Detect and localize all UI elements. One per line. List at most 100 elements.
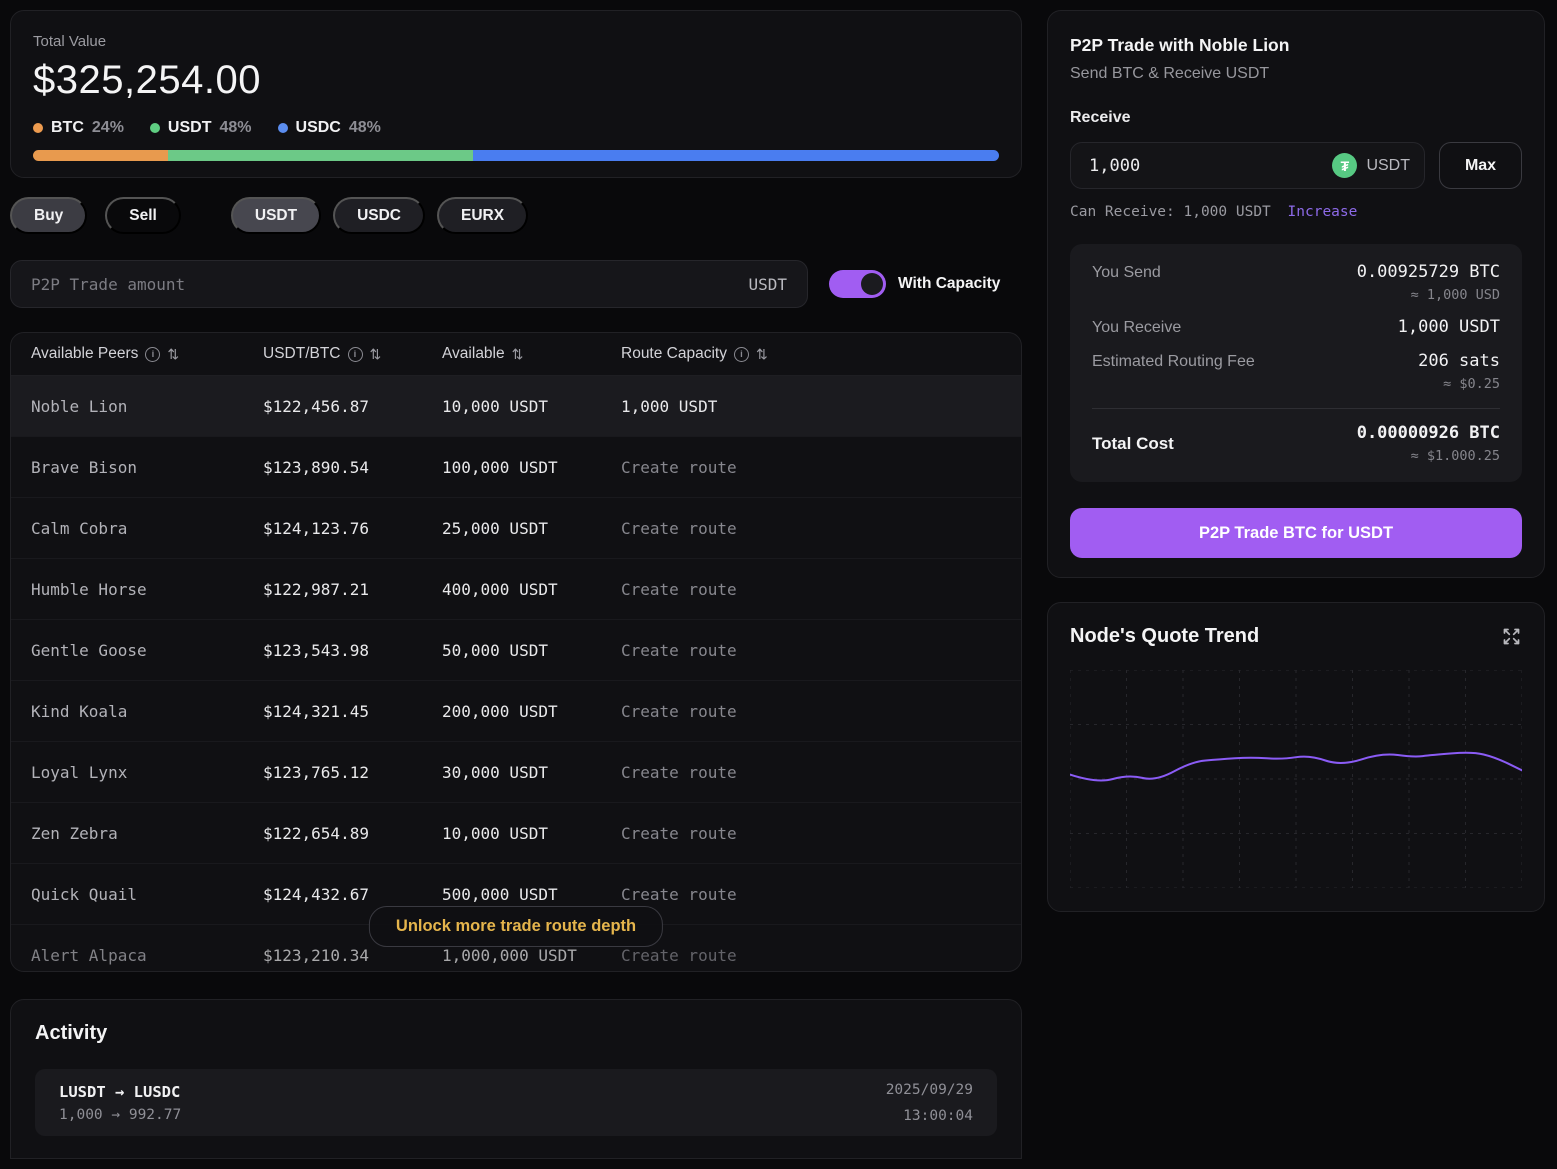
expand-icon[interactable] [1501, 626, 1522, 647]
receive-amount-input[interactable] [1089, 156, 1332, 176]
table-row[interactable]: Humble Horse $122,987.21 400,000 USDT Cr… [11, 559, 1021, 620]
summary-label: You Receive [1092, 317, 1181, 337]
peer-price: $123,765.12 [263, 763, 442, 782]
peer-available: 400,000 USDT [442, 580, 621, 599]
toggle-track[interactable] [829, 270, 886, 298]
amount-suffix: USDT [748, 275, 787, 294]
table-row[interactable]: Brave Bison $123,890.54 100,000 USDT Cre… [11, 437, 1021, 498]
usdc-dot-icon [278, 123, 288, 133]
tab-eurx[interactable]: EURX [437, 197, 528, 234]
summary-value: 1,000 USDT [1398, 317, 1500, 337]
info-icon[interactable]: i [734, 347, 749, 362]
info-icon[interactable]: i [145, 347, 160, 362]
quote-trend-title: Node's Quote Trend [1070, 625, 1259, 648]
receive-amount-field: ₮ USDT [1070, 142, 1425, 189]
column-available[interactable]: Available ⇅ [442, 345, 621, 363]
receive-row: ₮ USDT Max [1070, 142, 1522, 189]
column-label: USDT/BTC [263, 345, 341, 363]
max-button[interactable]: Max [1439, 142, 1522, 189]
peer-name: Zen Zebra [31, 824, 263, 843]
activity-title: Activity [35, 1022, 997, 1045]
peer-price: $124,123.76 [263, 519, 442, 538]
trade-panel-subtitle: Send BTC & Receive USDT [1070, 65, 1522, 83]
peer-name: Kind Koala [31, 702, 263, 721]
peer-name: Gentle Goose [31, 641, 263, 660]
total-cost-label: Total Cost [1092, 434, 1174, 454]
table-row[interactable]: Loyal Lynx $123,765.12 30,000 USDT Creat… [11, 742, 1021, 803]
allocation-legend: BTC 24% USDT 48% USDC 48% [33, 119, 999, 137]
legend-label: USDT [168, 119, 212, 137]
usdt-dot-icon [150, 123, 160, 133]
filter-tabs: Buy Sell USDT USDC EURX [10, 197, 1022, 234]
unlock-depth-tooltip[interactable]: Unlock more trade route depth [369, 906, 663, 947]
create-route-link[interactable]: Create route [621, 519, 1001, 538]
tab-usdc[interactable]: USDC [333, 197, 425, 234]
tab-buy[interactable]: Buy [10, 197, 87, 234]
sort-icon[interactable]: ⇅ [756, 346, 768, 363]
create-route-link[interactable]: Create route [621, 641, 1001, 660]
activity-timestamp: 2025/09/29 13:00:04 [886, 1077, 973, 1129]
column-label: Route Capacity [621, 345, 727, 363]
activity-time: 13:00:04 [886, 1103, 973, 1129]
summary-row-total-cost: Total Cost 0.00000926 BTC ≈ $1.000.25 [1092, 423, 1500, 464]
create-route-link[interactable]: Create route [621, 824, 1001, 843]
allocation-segment-usdt [168, 150, 472, 161]
with-capacity-toggle[interactable]: With Capacity [829, 270, 1000, 298]
tether-icon: ₮ [1332, 153, 1357, 178]
summary-divider [1092, 408, 1500, 409]
create-route-link[interactable]: Create route [621, 702, 1001, 721]
table-row[interactable]: Noble Lion $122,456.87 10,000 USDT 1,000… [11, 376, 1021, 437]
can-receive-text: Can Receive: 1,000 USDT [1070, 204, 1271, 220]
peer-available: 25,000 USDT [442, 519, 621, 538]
p2p-trade-button[interactable]: P2P Trade BTC for USDT [1070, 508, 1522, 558]
trade-amount-input[interactable] [31, 275, 748, 294]
column-usdt-btc[interactable]: USDT/BTC i ⇅ [263, 345, 442, 363]
peer-available: 100,000 USDT [442, 458, 621, 477]
summary-value: 0.00925729 BTC [1357, 262, 1500, 282]
sort-icon[interactable]: ⇅ [167, 346, 179, 363]
tab-usdt[interactable]: USDT [231, 197, 321, 234]
sort-icon[interactable]: ⇅ [370, 346, 382, 363]
trade-amount-field: USDT [10, 260, 808, 308]
tab-sell[interactable]: Sell [105, 197, 181, 234]
create-route-link[interactable]: Create route [621, 580, 1001, 599]
summary-row-you-receive: You Receive 1,000 USDT [1092, 317, 1500, 337]
table-row[interactable]: Gentle Goose $123,543.98 50,000 USDT Cre… [11, 620, 1021, 681]
peer-available: 10,000 USDT [442, 824, 621, 843]
amount-row: USDT With Capacity [10, 260, 1022, 308]
peer-available: 1,000,000 USDT [442, 946, 621, 965]
receive-currency-label: USDT [1366, 157, 1410, 175]
peer-price: $122,456.87 [263, 397, 442, 416]
trade-summary: You Send 0.00925729 BTC ≈ 1,000 USD You … [1070, 244, 1522, 482]
allocation-segment-usdc [473, 150, 999, 161]
right-column: P2P Trade with Noble Lion Send BTC & Rec… [1047, 10, 1545, 1159]
sort-icon[interactable]: ⇅ [512, 346, 524, 363]
create-route-link[interactable]: Create route [621, 763, 1001, 782]
create-route-link[interactable]: Create route [621, 946, 1001, 965]
quote-trend-card: Node's Quote Trend [1047, 602, 1545, 912]
summary-label: You Send [1092, 262, 1161, 282]
peer-price: $122,654.89 [263, 824, 442, 843]
peers-table-card: Available Peers i ⇅ USDT/BTC i ⇅ Availab… [10, 332, 1022, 972]
table-row[interactable]: Calm Cobra $124,123.76 25,000 USDT Creat… [11, 498, 1021, 559]
activity-list-item[interactable]: LUSDT → LUSDC 1,000 → 992.77 2025/09/29 … [35, 1069, 997, 1136]
total-cost-value: 0.00000926 BTC [1357, 423, 1500, 443]
create-route-link[interactable]: Create route [621, 458, 1001, 477]
legend-percent: 48% [219, 119, 251, 137]
activity-left: LUSDT → LUSDC 1,000 → 992.77 [59, 1083, 181, 1123]
increase-link[interactable]: Increase [1288, 204, 1358, 220]
receive-label: Receive [1070, 109, 1522, 127]
table-row[interactable]: Zen Zebra $122,654.89 10,000 USDT Create… [11, 803, 1021, 864]
table-row[interactable]: Kind Koala $124,321.45 200,000 USDT Crea… [11, 681, 1021, 742]
info-icon[interactable]: i [348, 347, 363, 362]
create-route-link[interactable]: Create route [621, 885, 1001, 904]
column-route-capacity[interactable]: Route Capacity i ⇅ [621, 345, 1001, 363]
activity-pair: LUSDT → LUSDC [59, 1083, 181, 1101]
column-available-peers[interactable]: Available Peers i ⇅ [31, 345, 263, 363]
toggle-label: With Capacity [898, 275, 1000, 293]
summary-row-you-send: You Send 0.00925729 BTC ≈ 1,000 USD [1092, 262, 1500, 303]
peer-price: $124,432.67 [263, 885, 442, 904]
peer-available: 50,000 USDT [442, 641, 621, 660]
peer-available: 500,000 USDT [442, 885, 621, 904]
legend-label: BTC [51, 119, 84, 137]
